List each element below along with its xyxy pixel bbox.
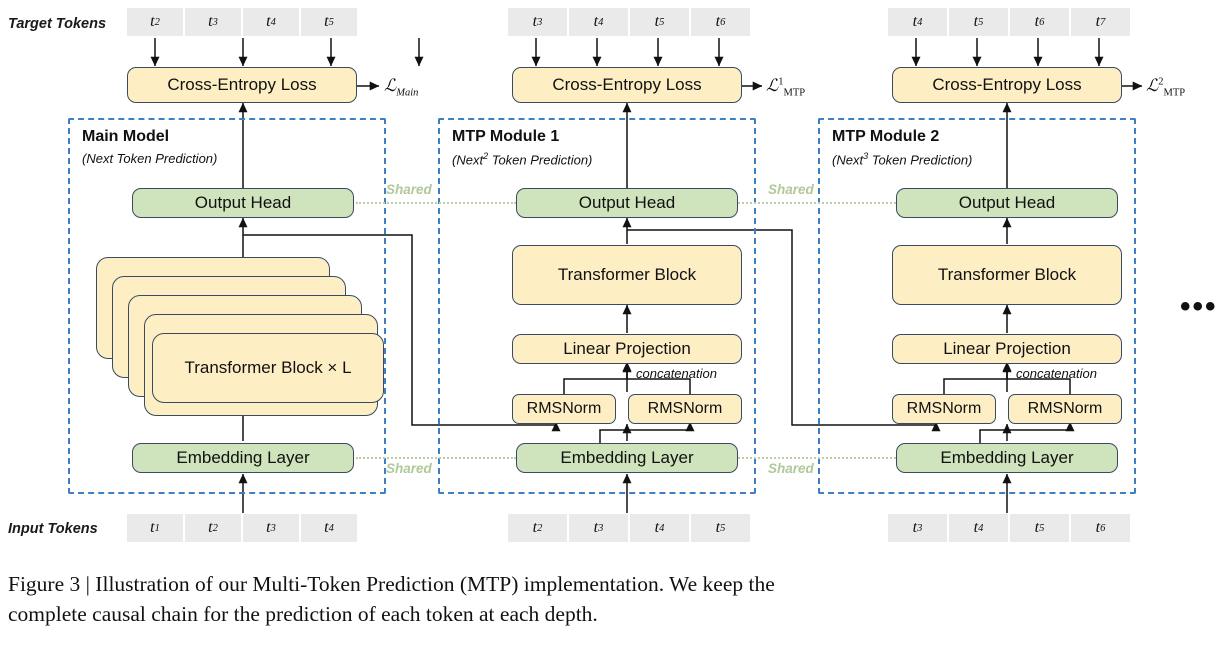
token-cell: t5 (630, 8, 689, 36)
linear-projection-mtp1: Linear Projection (512, 334, 742, 364)
token-cell: t6 (1010, 8, 1069, 36)
module-frame-mtp1 (438, 118, 756, 494)
module-title-main: Main Model (82, 128, 170, 145)
token-cell: t3 (508, 8, 567, 36)
target-token-row-mtp1: t3 t4 t5 t6 (508, 8, 752, 36)
token-cell: t5 (949, 8, 1008, 36)
shared-link-output-head-right (738, 202, 896, 204)
token-cell: t5 (301, 8, 357, 36)
caption-line-2: complete causal chain for the prediction… (8, 601, 598, 626)
token-cell: t3 (185, 8, 241, 36)
transformer-block-main: Transformer Block × L (152, 333, 384, 403)
cross-entropy-loss-box-mtp1: Cross-Entropy Loss (512, 67, 742, 103)
embedding-layer-main: Embedding Layer (132, 443, 354, 473)
token-cell: t5 (1010, 514, 1069, 542)
module-subtitle-mtp2: (Next3 Token Prediction) (832, 151, 973, 168)
token-cell: t2 (127, 8, 183, 36)
rmsnorm-left-mtp2: RMSNorm (892, 394, 996, 424)
module-subtitle-main: (Next Token Prediction) (82, 151, 218, 166)
token-cell: t4 (630, 514, 689, 542)
module-subtitle-mtp1: (Next2 Token Prediction) (452, 151, 593, 168)
shared-label-embedding-right: Shared (768, 461, 814, 476)
token-cell: t7 (1071, 8, 1130, 36)
input-token-row-main: t1 t2 t3 t4 (127, 514, 359, 542)
target-token-row-mtp2: t4 t5 t6 t7 (888, 8, 1132, 36)
loss-label-main: ℒMain (384, 76, 419, 99)
shared-link-embedding-left (356, 457, 516, 459)
transformer-block-mtp1: Transformer Block (512, 245, 742, 305)
input-token-row-mtp1: t2 t3 t4 t5 (508, 514, 752, 542)
transformer-block-mtp2: Transformer Block (892, 245, 1122, 305)
token-cell: t1 (127, 514, 183, 542)
rmsnorm-left-mtp1: RMSNorm (512, 394, 616, 424)
continuation-ellipsis: ••• (1180, 290, 1218, 323)
loss-label-mtp2: ℒ2MTP (1146, 76, 1186, 99)
token-cell: t6 (1071, 514, 1130, 542)
token-cell: t6 (691, 8, 750, 36)
linear-projection-mtp2: Linear Projection (892, 334, 1122, 364)
cross-entropy-loss-box-main: Cross-Entropy Loss (127, 67, 357, 103)
token-cell: t3 (888, 514, 947, 542)
input-token-row-mtp2: t3 t4 t5 t6 (888, 514, 1132, 542)
token-cell: t3 (243, 514, 299, 542)
token-cell: t2 (508, 514, 567, 542)
module-title-mtp1: MTP Module 1 (452, 128, 560, 145)
target-tokens-label: Target Tokens (8, 16, 107, 32)
rmsnorm-right-mtp1: RMSNorm (628, 394, 742, 424)
cross-entropy-loss-box-mtp2: Cross-Entropy Loss (892, 67, 1122, 103)
token-cell: t4 (888, 8, 947, 36)
output-head-main: Output Head (132, 188, 354, 218)
rmsnorm-right-mtp2: RMSNorm (1008, 394, 1122, 424)
module-frame-mtp2 (818, 118, 1136, 494)
shared-label-embedding-left: Shared (386, 461, 432, 476)
figure-canvas: Target Tokens t2 t3 t4 t5 t3 t4 t5 t6 t4… (0, 0, 1226, 649)
target-token-row-main: t2 t3 t4 t5 (127, 8, 359, 36)
shared-label-output-head-right: Shared (768, 182, 814, 197)
module-title-mtp2: MTP Module 2 (832, 128, 940, 145)
token-cell: t4 (949, 514, 1008, 542)
output-head-mtp2: Output Head (896, 188, 1118, 218)
embedding-layer-mtp2: Embedding Layer (896, 443, 1118, 473)
output-head-mtp1: Output Head (516, 188, 738, 218)
shared-link-embedding-right (738, 457, 896, 459)
concatenation-label-mtp2: concatenation (1016, 366, 1097, 381)
token-cell: t3 (569, 514, 628, 542)
shared-link-output-head-left (356, 202, 516, 204)
shared-label-output-head-left: Shared (386, 182, 432, 197)
caption-line-1: Figure 3 | Illustration of our Multi-Tok… (8, 572, 775, 596)
token-cell: t4 (243, 8, 299, 36)
input-tokens-label: Input Tokens (8, 521, 98, 537)
token-cell: t4 (569, 8, 628, 36)
concatenation-label-mtp1: concatenation (636, 366, 717, 381)
loss-label-mtp1: ℒ1MTP (766, 76, 806, 99)
token-cell: t4 (301, 514, 357, 542)
embedding-layer-mtp1: Embedding Layer (516, 443, 738, 473)
figure-caption: Figure 3 | Illustration of our Multi-Tok… (8, 570, 1218, 629)
token-cell: t2 (185, 514, 241, 542)
token-cell: t5 (691, 514, 750, 542)
